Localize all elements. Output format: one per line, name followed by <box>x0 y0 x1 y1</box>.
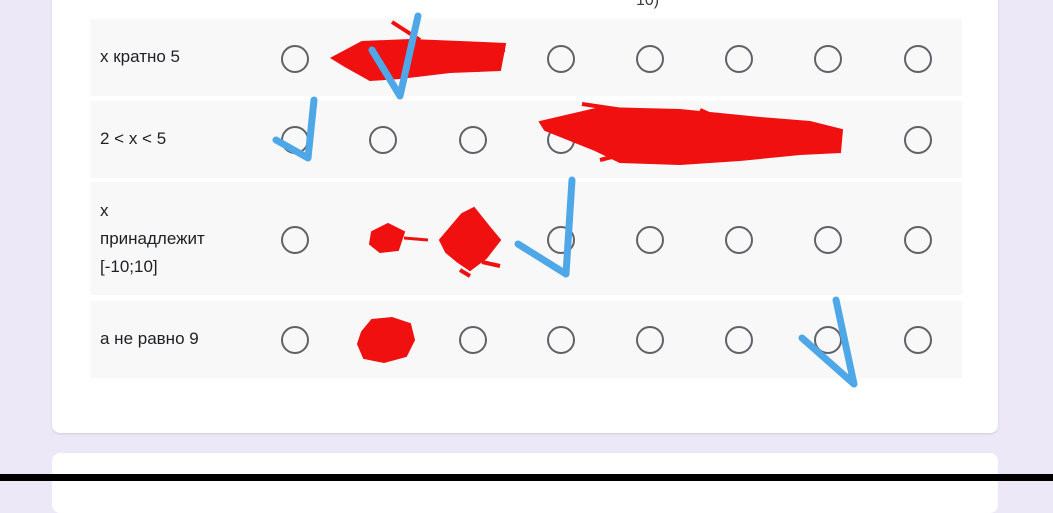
radio-unchecked-icon[interactable] <box>281 126 309 154</box>
radio-unchecked-icon[interactable] <box>281 326 309 354</box>
radio-unchecked-icon[interactable] <box>636 226 664 254</box>
row-label-line: [-10;10] <box>100 257 158 276</box>
next-question-card <box>52 453 998 513</box>
grid-row-2: 2 < x < 5 <box>90 101 962 178</box>
radio-unchecked-icon[interactable] <box>547 126 575 154</box>
row-label: x принадлежит [-10;10] <box>100 197 260 281</box>
bottom-edge <box>0 474 1053 481</box>
row-label: 2 < x < 5 <box>100 129 167 148</box>
radio-unchecked-icon[interactable] <box>459 326 487 354</box>
radio-unchecked-icon[interactable] <box>636 326 664 354</box>
radio-unchecked-icon[interactable] <box>369 126 397 154</box>
radio-unchecked-icon[interactable] <box>459 126 487 154</box>
radio-unchecked-icon[interactable] <box>904 45 932 73</box>
radio-unchecked-icon[interactable] <box>725 226 753 254</box>
radio-unchecked-icon[interactable] <box>904 126 932 154</box>
radio-unchecked-icon[interactable] <box>814 226 842 254</box>
radio-unchecked-icon[interactable] <box>904 326 932 354</box>
row-label-line: x <box>100 201 109 220</box>
radio-unchecked-icon[interactable] <box>725 45 753 73</box>
radio-unchecked-icon[interactable] <box>281 45 309 73</box>
radio-unchecked-icon[interactable] <box>725 326 753 354</box>
radio-unchecked-icon[interactable] <box>547 326 575 354</box>
row-label: а не равно 9 <box>100 329 199 348</box>
radio-unchecked-icon[interactable] <box>547 45 575 73</box>
column-header-fragment: 10) <box>636 0 660 9</box>
radio-unchecked-icon[interactable] <box>547 226 575 254</box>
radio-unchecked-icon[interactable] <box>814 45 842 73</box>
row-label: x кратно 5 <box>100 47 181 66</box>
row-label-line: принадлежит <box>100 229 205 248</box>
radio-unchecked-icon[interactable] <box>281 226 309 254</box>
radio-unchecked-icon[interactable] <box>636 45 664 73</box>
radio-unchecked-icon[interactable] <box>814 326 842 354</box>
radio-unchecked-icon[interactable] <box>904 226 932 254</box>
